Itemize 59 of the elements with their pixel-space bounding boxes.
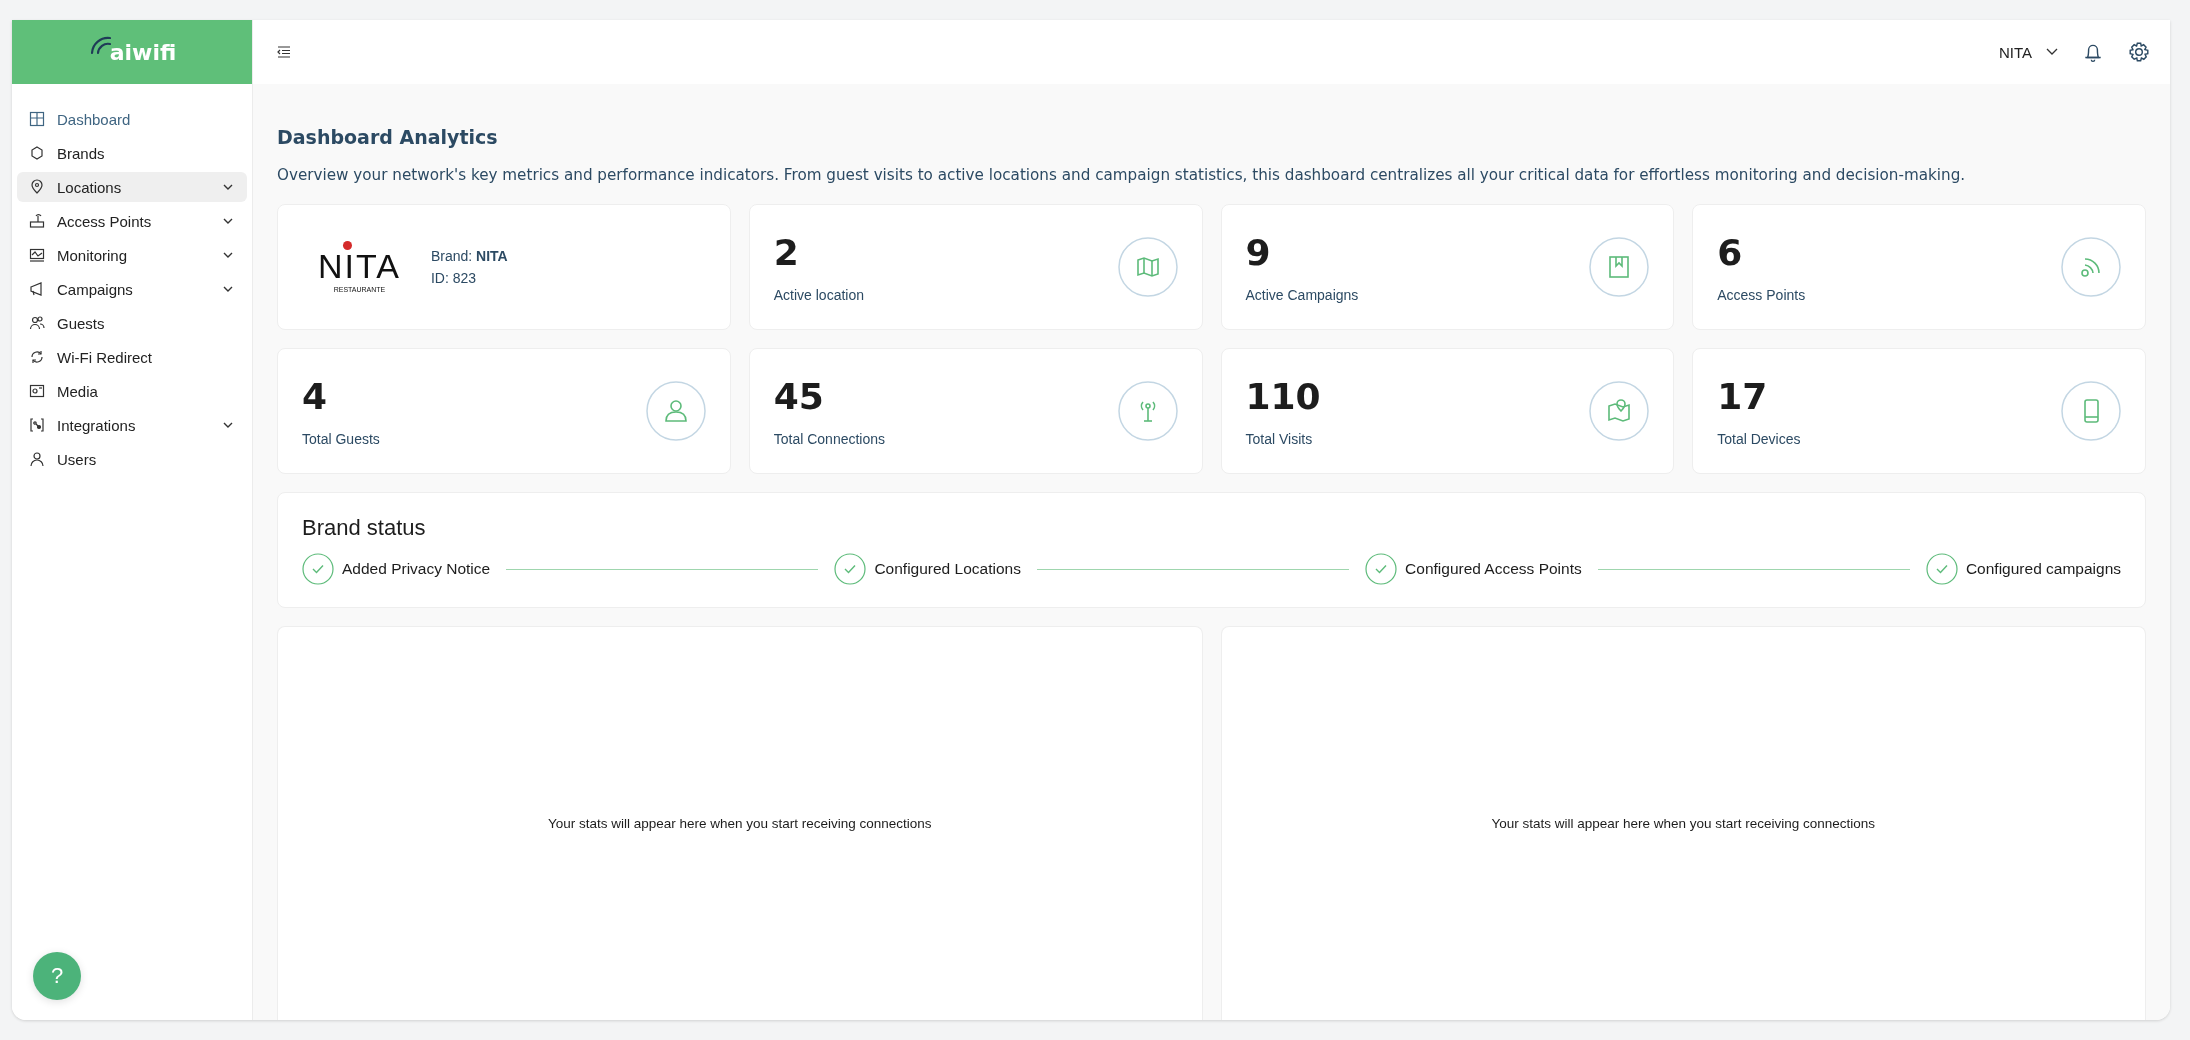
nav-item[interactable]: Wi-Fi Redirect <box>17 342 247 372</box>
nav-item[interactable]: Integrations <box>17 410 247 440</box>
empty-message: Your stats will appear here when you start receiving connections <box>547 816 932 831</box>
stat-label: Active Campaigns <box>1245 286 1360 303</box>
step-label: Configured campaigns <box>1965 560 2121 578</box>
nav-item[interactable]: Dashboard <box>17 104 247 134</box>
antenna-icon <box>1117 381 1178 441</box>
chevron-down-icon <box>2046 48 2058 56</box>
brackets-icon <box>29 417 45 433</box>
stat-value: 17 <box>1717 375 1769 417</box>
step-label: Added Privacy Notice <box>342 560 491 578</box>
nav-item[interactable]: Brands <box>17 138 247 168</box>
person-icon <box>645 381 706 441</box>
megaphone-icon <box>29 281 45 297</box>
image-icon <box>29 383 45 399</box>
stat-value: 4 <box>302 375 329 417</box>
nav-item[interactable]: Guests <box>17 308 247 338</box>
step-label: Configured Access Points <box>1405 560 1582 578</box>
phone-icon <box>2061 381 2121 441</box>
stat-label: Total Connections <box>773 430 887 447</box>
brand-id: ID: 823 <box>430 270 478 286</box>
stat-label: Total Guests <box>302 430 381 447</box>
user-icon <box>29 451 45 467</box>
stat-value: 45 <box>773 375 825 417</box>
page-title: Dashboard Analytics <box>277 126 499 148</box>
section-title: Brand status <box>302 515 427 541</box>
nav-item[interactable]: Users <box>17 444 247 474</box>
router-icon <box>29 213 45 229</box>
nav-item[interactable]: Access Points <box>17 206 247 236</box>
stat-value: 9 <box>1245 231 1272 273</box>
page-description: Overview your network's key metrics and performance indicators. From guest visits to active locations and campaign statistics, this dashboard centralizes all your critical data for effortless monitoring and decision-making. <box>277 166 1967 184</box>
nav-item[interactable]: Media <box>17 376 247 406</box>
stat-label: Access Points <box>1717 286 1807 303</box>
monitor-icon <box>29 247 45 263</box>
nav-item[interactable]: Locations <box>17 172 247 202</box>
settings-icon[interactable] <box>2128 41 2150 63</box>
stat-value: 6 <box>1717 231 1744 273</box>
empty-message: Your stats will appear here when you start receiving connections <box>1491 816 1876 831</box>
hexagon-icon <box>29 145 45 161</box>
stat-label: Total Visits <box>1245 430 1314 447</box>
stat-value: 2 <box>773 231 800 273</box>
step-label: Configured Locations <box>874 560 1021 578</box>
brand-name: Brand: NITA <box>430 248 508 264</box>
location-pin-icon <box>29 179 45 195</box>
stat-label: Active location <box>773 286 866 303</box>
stat-label: Total Devices <box>1717 430 1802 447</box>
logo-text: aiwifi <box>109 39 177 65</box>
signal-icon <box>2061 237 2121 297</box>
menu-icon[interactable] <box>277 46 291 58</box>
account-dropdown[interactable]: NITA <box>1998 43 2058 61</box>
nav-item[interactable]: Monitoring <box>17 240 247 270</box>
nav-item[interactable]: Campaigns <box>17 274 247 304</box>
map-icon <box>1117 237 1178 297</box>
people-icon <box>29 315 45 331</box>
grid-icon <box>29 111 45 127</box>
bookmark-icon <box>1589 237 1650 297</box>
stat-value: 110 <box>1245 375 1322 417</box>
refresh-icon <box>29 349 45 365</box>
map-pin-icon <box>1589 381 1650 441</box>
